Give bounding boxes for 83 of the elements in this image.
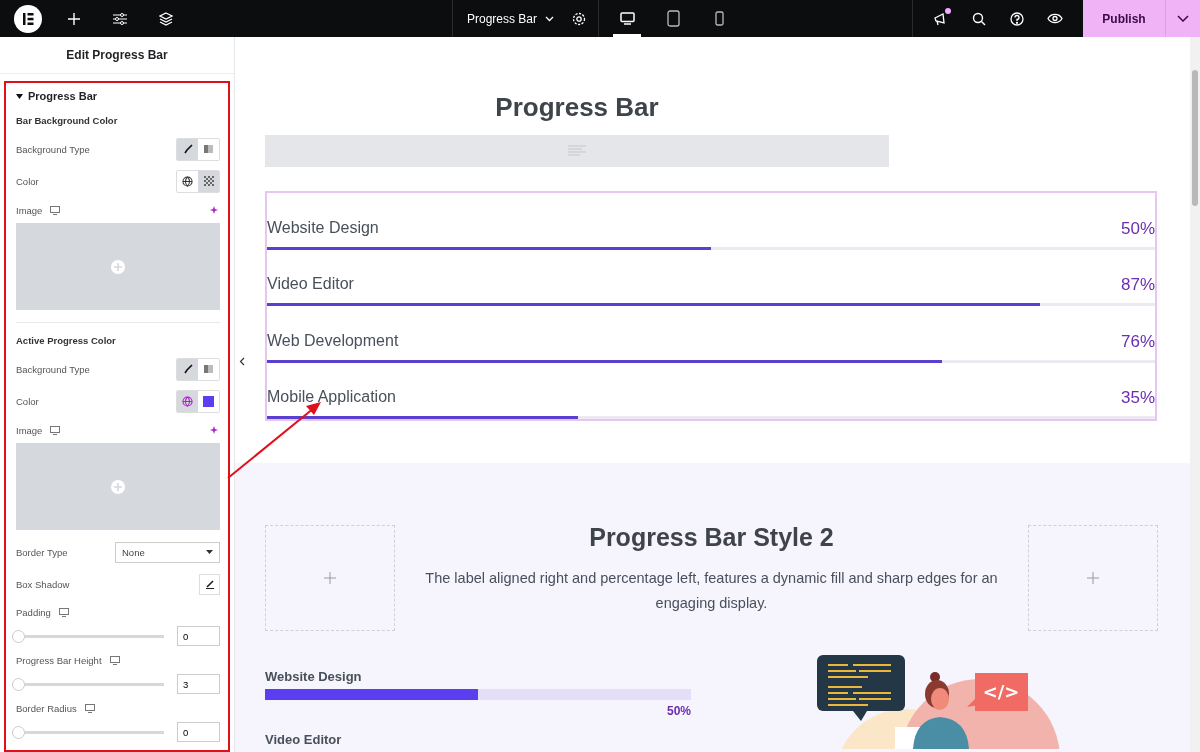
desktop-icon xyxy=(619,12,635,25)
sparkle-icon[interactable] xyxy=(210,425,220,435)
desktop-icon xyxy=(84,703,95,713)
section-heading: Active Progress Color xyxy=(16,334,116,346)
desktop-icon xyxy=(50,425,61,435)
plus-icon xyxy=(1087,572,1099,584)
help-icon xyxy=(1010,11,1024,26)
progress-label: Web Development xyxy=(267,331,399,351)
plus-icon xyxy=(68,12,80,25)
chevron-down-icon xyxy=(1177,15,1189,22)
layers-icon xyxy=(159,11,173,26)
progress-label: Mobile Application xyxy=(267,388,396,407)
progress-label: Website Design xyxy=(267,218,379,238)
control-label: Padding xyxy=(16,606,51,618)
control-label: Image xyxy=(16,424,43,436)
desktop-icon xyxy=(50,205,61,215)
page-title-dropdown[interactable]: Progress Bar xyxy=(467,11,555,26)
globe-icon xyxy=(182,395,193,407)
globe-icon xyxy=(182,175,193,187)
plus-icon xyxy=(111,479,125,494)
scrollbar[interactable] xyxy=(1190,37,1200,752)
color-swatch[interactable] xyxy=(198,170,219,192)
publish-button[interactable]: Publish xyxy=(1083,0,1165,37)
search-icon xyxy=(972,11,986,26)
edit-button[interactable] xyxy=(199,573,220,595)
progress-value: 50% xyxy=(1120,218,1155,239)
section-heading: Bar Background Color xyxy=(16,114,118,126)
progress-value: 76% xyxy=(1120,331,1155,352)
brush-toggle[interactable] xyxy=(177,358,198,380)
slider-thumb[interactable] xyxy=(12,629,25,643)
description-text: The label aligned right and percentage left, features a dynamic fill and sharp edges for an engaging display. xyxy=(424,569,999,613)
globe-toggle[interactable] xyxy=(177,390,198,412)
control-label: Color xyxy=(16,395,39,407)
control-label: Border Type xyxy=(16,546,68,558)
plus-icon xyxy=(111,259,125,274)
phone-icon xyxy=(714,11,724,26)
progress-label: Video Editor xyxy=(265,732,343,747)
control-label: Box Shadow xyxy=(16,578,70,590)
eye-icon xyxy=(1047,13,1063,24)
plus-icon xyxy=(324,572,336,584)
number-field[interactable]: 0 xyxy=(177,722,220,742)
slider-thumb[interactable] xyxy=(12,677,25,691)
control-label: Border Radius xyxy=(16,702,77,714)
scrollbar-thumb[interactable] xyxy=(1192,70,1198,206)
widget-heading: Progress Bar Style 2 xyxy=(589,523,834,552)
border-type-select[interactable]: None xyxy=(115,541,220,563)
brush-toggle[interactable] xyxy=(177,138,198,160)
checker-icon xyxy=(203,176,214,186)
progress-label: Video Editor xyxy=(267,275,354,294)
gradient-icon xyxy=(204,145,213,153)
control-label: Color xyxy=(16,175,39,187)
progress-value: 87% xyxy=(1120,275,1155,295)
section-toggle[interactable]: Progress Bar xyxy=(16,85,220,107)
number-field[interactable]: 0 xyxy=(177,626,220,646)
gradient-icon xyxy=(204,365,213,373)
slider-thumb[interactable] xyxy=(12,725,25,739)
brush-icon xyxy=(182,364,193,374)
caret-icon xyxy=(206,550,213,554)
developer-illustration: </> xyxy=(795,649,1075,749)
pencil-icon xyxy=(204,579,215,589)
control-label: Image xyxy=(16,204,43,216)
control-label: Background Type xyxy=(16,143,90,155)
caret-icon xyxy=(16,93,23,99)
widget-heading: Progress Bar xyxy=(494,92,660,123)
progress-value: 50% xyxy=(666,704,691,718)
desktop-icon xyxy=(58,607,69,617)
control-label: Background Type xyxy=(16,363,90,375)
sliders-icon xyxy=(113,12,127,25)
desktop-icon xyxy=(109,655,120,665)
progress-label: Website Design xyxy=(265,669,363,684)
control-label: Progress Bar Height xyxy=(16,654,102,666)
chevron-left-icon xyxy=(239,356,245,366)
progress-widget[interactable]: Website Design 50% Video Editor 87% Web Development 76% Mobile Application 35% xyxy=(265,191,1157,421)
chevron-down-icon xyxy=(545,15,555,22)
brush-icon xyxy=(182,144,193,154)
number-field[interactable]: 3 xyxy=(177,674,220,694)
panel-title: Edit Progress Bar xyxy=(0,37,234,74)
sparkle-icon[interactable] xyxy=(210,205,220,215)
progress-value: 35% xyxy=(1120,388,1155,408)
elementor-logo[interactable] xyxy=(14,4,42,33)
tablet-icon xyxy=(666,10,680,27)
publish-options-button[interactable] xyxy=(1165,0,1200,37)
settings-icon xyxy=(572,11,587,26)
